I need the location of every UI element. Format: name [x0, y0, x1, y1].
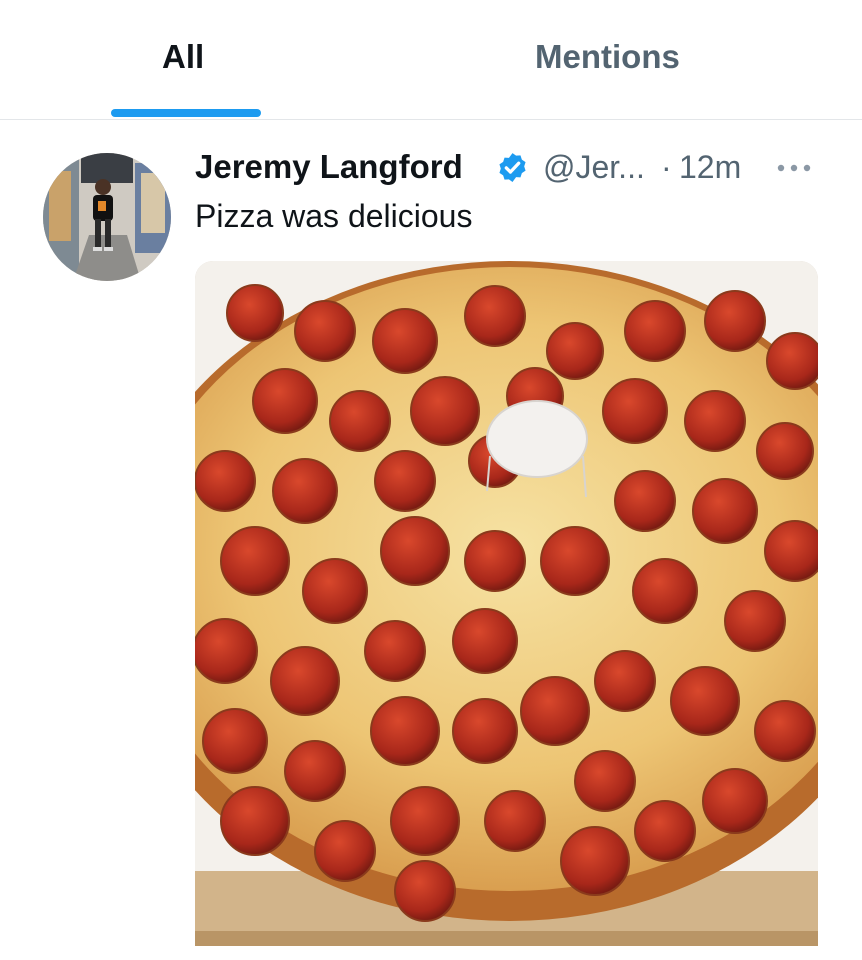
tweet-media[interactable]	[195, 261, 818, 960]
more-horizontal-icon[interactable]	[774, 158, 814, 178]
tweet-text: Pizza was delicious	[195, 198, 473, 234]
tab-bar: All Mentions	[0, 0, 862, 120]
tab-mentions[interactable]: Mentions	[535, 38, 680, 76]
pizza-photo	[195, 261, 818, 960]
verified-badge-icon	[499, 153, 526, 182]
tab-all[interactable]: All	[162, 38, 204, 76]
author-handle[interactable]: @Jer...	[543, 149, 645, 186]
avatar[interactable]	[43, 153, 171, 281]
tweet-timestamp[interactable]: 12m	[679, 149, 741, 186]
tabs-divider	[0, 119, 862, 120]
active-tab-indicator	[111, 109, 261, 117]
avatar-image	[43, 153, 171, 281]
separator-dot: ·	[661, 149, 672, 185]
author-name[interactable]: Jeremy Langford	[195, 148, 463, 186]
